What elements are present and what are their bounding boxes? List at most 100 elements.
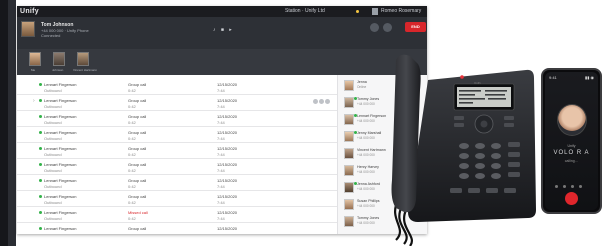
transfer-icon[interactable]: [383, 23, 392, 32]
app-brand: Unify: [20, 8, 39, 15]
row-date: 12/15/2020: [217, 146, 238, 151]
row-duration: 0:42: [128, 168, 136, 173]
contact-sub: +44 000 000: [357, 204, 375, 208]
row-direction: Outbound: [44, 88, 62, 93]
more-icon[interactable]: [579, 185, 582, 188]
mobile-call-actions: [555, 175, 589, 188]
participant-avatar[interactable]: [53, 52, 65, 66]
row-name: Lennart Fingerson: [44, 82, 77, 87]
mute-icon[interactable]: [555, 185, 558, 188]
row-time: 7:44: [217, 184, 225, 189]
row-duration: 0:42: [128, 200, 136, 205]
table-row[interactable]: Lennart Fingerson Outbound Group call 0:…: [17, 191, 337, 207]
row-time: 7:44: [217, 88, 225, 93]
row-name: Lennart Fingerson: [44, 114, 77, 119]
row-direction: Outbound: [44, 104, 62, 109]
call-history-list: Lennart Fingerson Outbound Group call 0:…: [17, 75, 337, 234]
row-date: 12/15/2020: [217, 162, 238, 167]
row-time: 7:44: [217, 136, 225, 141]
status-dot-icon: [39, 163, 42, 166]
row-date: 12/15/2020: [217, 114, 238, 119]
more-icon[interactable]: [325, 99, 330, 104]
hangup-button[interactable]: END: [405, 22, 426, 32]
ok-button[interactable]: [480, 120, 488, 128]
row-date: 12/15/2020: [217, 82, 238, 87]
contact-sub: +44 000 000: [357, 221, 375, 225]
table-row[interactable]: Lennart Fingerson Outbound Missed call 0…: [17, 207, 337, 223]
avatar: [344, 216, 354, 227]
participant-label: Vincent Hartmann: [73, 68, 97, 72]
row-time: 7:44: [217, 216, 225, 221]
participant-avatar[interactable]: [77, 52, 89, 66]
row-name: Lennart Fingerson: [44, 226, 77, 231]
mobile-caller-sub: calling…: [564, 159, 579, 163]
participant-avatar[interactable]: [29, 52, 41, 66]
chevron-right-icon[interactable]: ›: [33, 98, 35, 104]
speaker-icon[interactable]: [571, 185, 574, 188]
row-duration: 0:42: [128, 216, 136, 221]
call-icon[interactable]: [313, 99, 318, 104]
row-direction: Outbound: [44, 200, 62, 205]
row-call-type: Group call: [128, 98, 147, 103]
row-name: Lennart Fingerson: [44, 210, 77, 215]
row-date: 12/15/2020: [217, 194, 238, 199]
row-direction: Outbound: [44, 168, 62, 173]
app-topbar: Unify Station · Unify Ltd Romeo Rosemary: [17, 6, 427, 17]
status-dot-icon: [39, 115, 42, 118]
keypad-icon[interactable]: [563, 185, 566, 188]
contact-sub: +44 000 000: [357, 136, 375, 140]
row-duration: 0:42: [128, 184, 136, 189]
presence-dot-icon: [356, 10, 359, 13]
user-avatar[interactable]: [372, 8, 378, 15]
led-indicator-icon: [460, 75, 464, 79]
handset[interactable]: [391, 54, 421, 213]
row-date: 12/15/2020: [217, 130, 238, 135]
row-duration: 0:42: [128, 104, 136, 109]
table-row[interactable]: Lennart Fingerson Outbound Group call 0:…: [17, 159, 337, 175]
row-date: 12/15/2020: [217, 98, 238, 103]
mobile-status-icons: ▮▮ ◉: [585, 75, 595, 80]
status-dot-icon: [39, 99, 42, 102]
row-direction: Outbound: [44, 216, 62, 221]
avatar: [344, 165, 354, 176]
contact-sub: Online: [357, 85, 367, 89]
video-icon[interactable]: [319, 99, 324, 104]
topbar-station[interactable]: Station · Unify Ltd: [285, 6, 325, 17]
contact-sub: +44 000 000: [357, 187, 375, 191]
status-dot-icon: [39, 83, 42, 86]
status-dot-icon: [39, 227, 42, 230]
table-row[interactable]: Lennart Fingerson Outbound Group call 0:…: [17, 79, 337, 95]
row-call-type: Group call: [128, 130, 147, 135]
row-duration: 0:42: [128, 136, 136, 141]
avatar: [344, 148, 354, 159]
call-controls[interactable]: ♪ ■ ▸: [213, 27, 234, 33]
row-duration: 0:42: [128, 120, 136, 125]
row-direction: Outbound: [44, 136, 62, 141]
end-call-button[interactable]: [565, 192, 578, 205]
table-row[interactable]: Lennart Fingerson Outbound Group call 0:…: [17, 127, 337, 143]
user-name[interactable]: Romeo Rosemary: [381, 6, 421, 17]
contact-name: Henry Harvey: [357, 165, 379, 169]
row-call-type: Group call: [128, 226, 147, 231]
avatar: [344, 199, 354, 210]
table-row[interactable]: Lennart Fingerson Outbound Group call 0:…: [17, 111, 337, 127]
table-row[interactable]: › Lennart Fingerson Outbound Group call …: [17, 95, 337, 111]
status-dot-icon: [39, 211, 42, 214]
row-time: 7:44: [217, 152, 225, 157]
contact-sub: +44 000 000: [357, 170, 375, 174]
table-row[interactable]: Lennart Fingerson Group call 12/15/2020: [17, 223, 337, 234]
contact-sub: +44 000 000: [357, 119, 375, 123]
mobile-screen: 9:41 ▮▮ ◉ Unify VOLO R A calling…: [545, 72, 598, 210]
active-call-header: Tom Johnson +44 000 000 · Unify Phone Co…: [17, 17, 427, 49]
row-actions: [313, 99, 333, 105]
avatar: [344, 114, 354, 125]
contact-name: Vincent Hartmann: [357, 148, 386, 152]
row-time: 7:44: [217, 200, 225, 205]
table-row[interactable]: Lennart Fingerson Outbound Group call 0:…: [17, 175, 337, 191]
row-direction: Outbound: [44, 184, 62, 189]
mute-icon[interactable]: [370, 23, 379, 32]
row-call-type: Group call: [128, 146, 147, 151]
row-name: Lennart Fingerson: [44, 162, 77, 167]
row-duration: 0:42: [128, 88, 136, 93]
table-row[interactable]: Lennart Fingerson Outbound Group call 0:…: [17, 143, 337, 159]
